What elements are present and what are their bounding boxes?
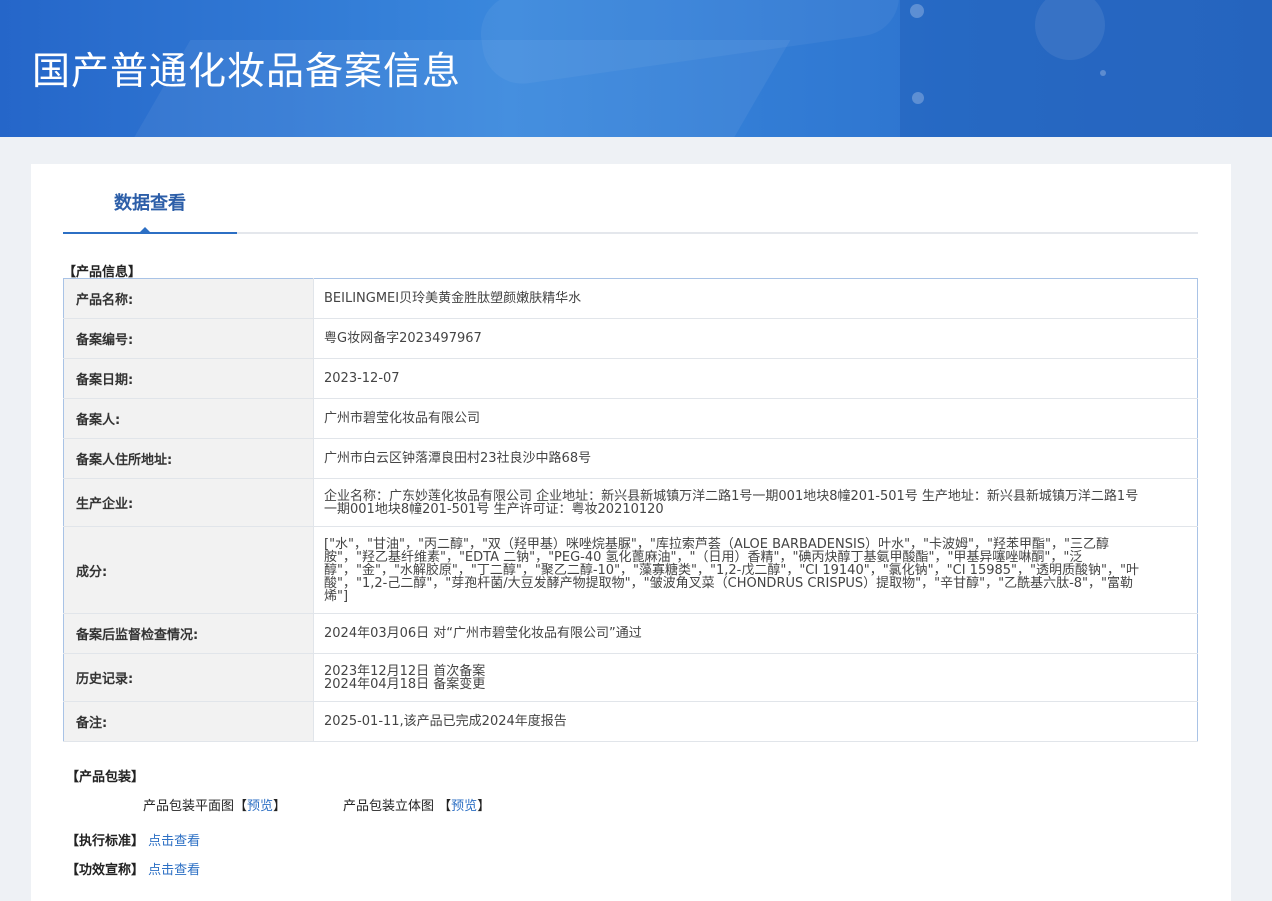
banner-decoration <box>910 4 924 18</box>
tab-label: 数据查看 <box>114 193 186 214</box>
row-value: 2023年12月12日 首次备案 2024年04月18日 备案变更 <box>313 653 1198 702</box>
table-row: 备案日期: 2023-12-07 <box>63 358 1198 399</box>
packaging-flat: 产品包装平面图【预览】 <box>143 795 286 814</box>
row-key: 成分: <box>63 526 314 614</box>
table-row: 成分: ["水"，"甘油"，"丙二醇"，"双（羟甲基）咪唑烷基脲"，"库拉索芦荟… <box>63 526 1198 614</box>
row-key: 生产企业: <box>63 478 314 527</box>
product-info-table: 产品名称: BEILINGMEI贝玲美黄金胜肽塑颜嫩肤精华水 备案编号: 粤G妆… <box>63 278 1198 742</box>
banner-decoration <box>912 92 924 104</box>
standard-row: 【执行标准】 点击查看 <box>66 830 200 849</box>
bracket: 【 <box>438 799 452 814</box>
row-value: ["水"，"甘油"，"丙二醇"，"双（羟甲基）咪唑烷基脲"，"库拉索芦荟（ALO… <box>313 526 1198 614</box>
row-value: 2023-12-07 <box>313 358 1198 399</box>
page-title: 国产普通化妆品备案信息 <box>32 49 462 93</box>
table-row: 备案人: 广州市碧莹化妆品有限公司 <box>63 398 1198 439</box>
row-value: 广州市碧莹化妆品有限公司 <box>313 398 1198 439</box>
row-key: 备案日期: <box>63 358 314 399</box>
efficacy-view-link[interactable]: 点击查看 <box>148 863 200 878</box>
banner-decoration <box>1100 70 1106 76</box>
table-row: 备案后监督检查情况: 2024年03月06日 对“广州市碧莹化妆品有限公司”通过 <box>63 613 1198 654</box>
bracket: 】 <box>477 799 491 814</box>
row-value: 2025-01-11,该产品已完成2024年度报告 <box>313 701 1198 742</box>
packaging-stereo-label: 产品包装立体图 <box>343 799 435 814</box>
table-row: 产品名称: BEILINGMEI贝玲美黄金胜肽塑颜嫩肤精华水 <box>63 278 1198 319</box>
row-value: 企业名称：广东妙莲化妆品有限公司 企业地址：新兴县新城镇万洋二路1号一期001地… <box>313 478 1198 527</box>
packaging-section-label: 【产品包装】 <box>66 770 145 785</box>
tab-active-caret-icon <box>139 227 151 233</box>
row-key: 备案人: <box>63 398 314 439</box>
packaging-flat-preview-link[interactable]: 预览 <box>247 799 273 814</box>
row-key: 历史记录: <box>63 653 314 702</box>
row-value: 广州市白云区钟落潭良田村23社良沙中路68号 <box>313 438 1198 479</box>
row-key: 备案编号: <box>63 318 314 359</box>
standard-label: 【执行标准】 <box>66 834 145 849</box>
row-key: 备案人住所地址: <box>63 438 314 479</box>
packaging-stereo-preview-link[interactable]: 预览 <box>451 799 477 814</box>
table-row: 生产企业: 企业名称：广东妙莲化妆品有限公司 企业地址：新兴县新城镇万洋二路1号… <box>63 478 1198 527</box>
main-panel: 数据查看 【产品信息】 产品名称: BEILINGMEI贝玲美黄金胜肽塑颜嫩肤精… <box>31 164 1231 901</box>
efficacy-row: 【功效宣称】 点击查看 <box>66 859 200 878</box>
row-value: 2024年03月06日 对“广州市碧莹化妆品有限公司”通过 <box>313 613 1198 654</box>
packaging-flat-label: 产品包装平面图 <box>143 799 235 814</box>
standard-view-link[interactable]: 点击查看 <box>148 834 200 849</box>
table-row: 备案人住所地址: 广州市白云区钟落潭良田村23社良沙中路68号 <box>63 438 1198 479</box>
bracket: 】 <box>273 799 287 814</box>
bracket: 【 <box>234 799 248 814</box>
row-key: 备案后监督检查情况: <box>63 613 314 654</box>
efficacy-label: 【功效宣称】 <box>66 863 145 878</box>
table-row: 备注: 2025-01-11,该产品已完成2024年度报告 <box>63 701 1198 742</box>
table-row: 备案编号: 粤G妆网备字2023497967 <box>63 318 1198 359</box>
row-key: 产品名称: <box>63 278 314 319</box>
row-value: BEILINGMEI贝玲美黄金胜肽塑颜嫩肤精华水 <box>313 278 1198 319</box>
row-value: 粤G妆网备字2023497967 <box>313 318 1198 359</box>
tab-bar: 数据查看 <box>63 186 1198 234</box>
row-key: 备注: <box>63 701 314 742</box>
packaging-stereo: 产品包装立体图 【预览】 <box>343 795 490 814</box>
table-row: 历史记录: 2023年12月12日 首次备案 2024年04月18日 备案变更 <box>63 653 1198 702</box>
tab-data-view[interactable]: 数据查看 <box>63 186 237 234</box>
header-banner: 国产普通化妆品备案信息 <box>0 0 1272 137</box>
